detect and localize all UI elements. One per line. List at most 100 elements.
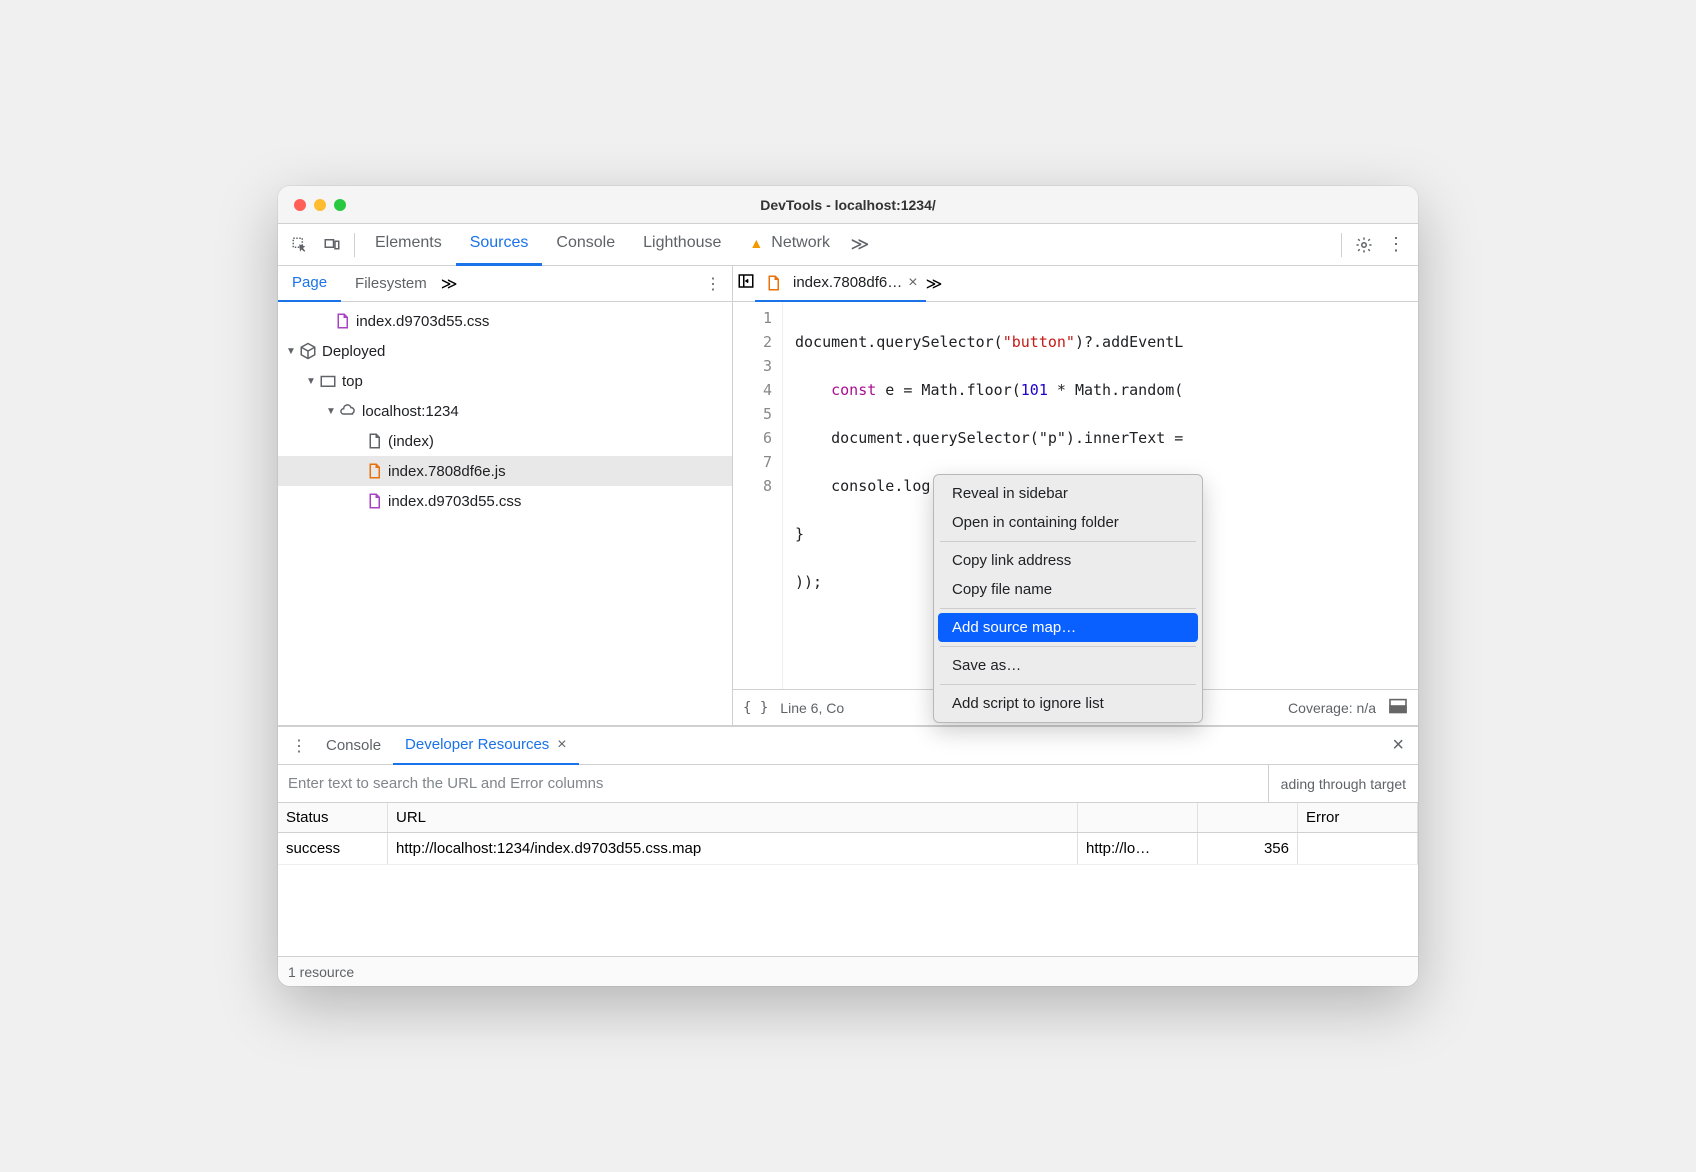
- resources-table: Status URL Error success http://localhos…: [278, 803, 1418, 956]
- editor-tab-filename: index.7808df6…: [793, 274, 902, 291]
- tree-deployed[interactable]: ▼ Deployed: [278, 336, 732, 366]
- menu-open-folder[interactable]: Open in containing folder: [938, 508, 1198, 537]
- more-subtabs-icon[interactable]: ≫: [441, 274, 458, 294]
- device-toolbar-icon[interactable]: [316, 229, 348, 261]
- line-number: 2: [733, 330, 772, 354]
- cube-icon: [298, 342, 318, 360]
- tree-label: index.d9703d55.css: [356, 313, 489, 330]
- tab-sources[interactable]: Sources: [456, 224, 543, 266]
- expand-arrow-icon: ▼: [324, 406, 338, 417]
- toggle-debugger-icon[interactable]: [1388, 698, 1408, 717]
- close-tab-icon[interactable]: ×: [908, 274, 917, 292]
- window-title: DevTools - localhost:1234/: [278, 197, 1418, 213]
- col-error[interactable]: Error: [1298, 803, 1418, 832]
- line-number: 4: [733, 378, 772, 402]
- expand-arrow-icon: ▼: [304, 376, 318, 387]
- divider: [1341, 233, 1342, 257]
- close-drawer-icon[interactable]: ×: [1384, 734, 1412, 757]
- tree-top[interactable]: ▼ top: [278, 366, 732, 396]
- tab-network-label: Network: [771, 234, 830, 252]
- file-css-icon: [332, 312, 352, 330]
- menu-separator: [940, 684, 1196, 685]
- table-header: Status URL Error: [278, 803, 1418, 833]
- tree-file-css[interactable]: index.d9703d55.css: [278, 306, 732, 336]
- menu-add-ignore[interactable]: Add script to ignore list: [938, 689, 1198, 718]
- menu-reveal-sidebar[interactable]: Reveal in sidebar: [938, 479, 1198, 508]
- line-number: 7: [733, 450, 772, 474]
- expand-arrow-icon: ▼: [284, 346, 298, 357]
- inspect-element-icon[interactable]: [284, 229, 316, 261]
- table-row[interactable]: success http://localhost:1234/index.d970…: [278, 833, 1418, 865]
- file-js-icon: [763, 274, 783, 292]
- cell-initiator: http://lo…: [1078, 833, 1198, 864]
- line-number: 6: [733, 426, 772, 450]
- editor-file-tab[interactable]: index.7808df6… ×: [755, 266, 926, 302]
- workspace: Page Filesystem ≫ ⋮ index.d9703d55.css: [278, 266, 1418, 986]
- tab-elements[interactable]: Elements: [361, 224, 456, 266]
- navigator-tabs: Page Filesystem ≫ ⋮: [278, 266, 732, 302]
- menu-save-as[interactable]: Save as…: [938, 651, 1198, 680]
- drawer-menu-icon[interactable]: ⋮: [284, 736, 314, 756]
- line-number: 3: [733, 354, 772, 378]
- pretty-print-icon[interactable]: { }: [743, 700, 768, 716]
- more-editor-tabs-icon[interactable]: ≫: [926, 274, 943, 294]
- drawer: ⋮ Console Developer Resources × × ading …: [278, 726, 1418, 986]
- coverage-label: Coverage: n/a: [1288, 700, 1376, 716]
- navigator-menu-icon[interactable]: ⋮: [698, 274, 728, 294]
- top-panes: Page Filesystem ≫ ⋮ index.d9703d55.css: [278, 266, 1418, 726]
- titlebar: DevTools - localhost:1234/: [278, 186, 1418, 224]
- col-status[interactable]: Status: [278, 803, 388, 832]
- search-input[interactable]: [278, 765, 1268, 802]
- cursor-position: Line 6, Co: [780, 700, 844, 716]
- editor-tabs: index.7808df6… × ≫: [733, 266, 1418, 302]
- tree-label: index.d9703d55.css: [388, 493, 521, 510]
- tree-label: top: [342, 373, 363, 390]
- more-tabs-icon[interactable]: ≫: [844, 229, 876, 261]
- tree-label: localhost:1234: [362, 403, 459, 420]
- context-menu: Reveal in sidebar Open in containing fol…: [933, 474, 1203, 723]
- tree-host[interactable]: ▼ localhost:1234: [278, 396, 732, 426]
- tree-label: Deployed: [322, 343, 385, 360]
- file-js-icon: [364, 462, 384, 480]
- close-drawer-tab-icon[interactable]: ×: [557, 736, 566, 754]
- menu-copy-link[interactable]: Copy link address: [938, 546, 1198, 575]
- toggle-navigator-icon[interactable]: [737, 272, 755, 295]
- warning-icon: ▲: [749, 235, 763, 251]
- col-size[interactable]: [1198, 803, 1298, 832]
- menu-add-source-map[interactable]: Add source map…: [938, 613, 1198, 642]
- subtab-filesystem[interactable]: Filesystem: [341, 266, 441, 302]
- col-initiator[interactable]: [1078, 803, 1198, 832]
- tab-network[interactable]: ▲ Network: [735, 224, 844, 266]
- tree-css2[interactable]: index.d9703d55.css: [278, 486, 732, 516]
- line-number: 1: [733, 306, 772, 330]
- tree-js-file[interactable]: index.7808df6e.js: [278, 456, 732, 486]
- tree-index[interactable]: (index): [278, 426, 732, 456]
- col-url[interactable]: URL: [388, 803, 1078, 832]
- cell-error: [1298, 833, 1418, 864]
- cell-size: 356: [1198, 833, 1298, 864]
- navigator-pane: Page Filesystem ≫ ⋮ index.d9703d55.css: [278, 266, 733, 725]
- subtab-page[interactable]: Page: [278, 266, 341, 302]
- tab-lighthouse[interactable]: Lighthouse: [629, 224, 735, 266]
- menu-copy-name[interactable]: Copy file name: [938, 575, 1198, 604]
- tree-label: (index): [388, 433, 434, 450]
- tab-console[interactable]: Console: [542, 224, 629, 266]
- cell-url: http://localhost:1234/index.d9703d55.css…: [388, 833, 1078, 864]
- drawer-tab-console[interactable]: Console: [314, 727, 393, 765]
- settings-icon[interactable]: [1348, 229, 1380, 261]
- resources-footer: 1 resource: [278, 956, 1418, 986]
- load-through-target-checkbox[interactable]: ading through target: [1268, 765, 1418, 802]
- drawer-tab-devres[interactable]: Developer Resources ×: [393, 727, 579, 765]
- file-css-icon: [364, 492, 384, 510]
- line-number: 8: [733, 474, 772, 498]
- kebab-menu-icon[interactable]: ⋮: [1380, 229, 1412, 261]
- menu-separator: [940, 646, 1196, 647]
- line-number: 5: [733, 402, 772, 426]
- menu-separator: [940, 541, 1196, 542]
- drawer-toolbar: ading through target: [278, 765, 1418, 803]
- menu-separator: [940, 608, 1196, 609]
- tree-label: index.7808df6e.js: [388, 463, 506, 480]
- frame-icon: [318, 372, 338, 390]
- main-tabs: Elements Sources Console Lighthouse ▲ Ne…: [278, 224, 1418, 266]
- divider: [354, 233, 355, 257]
